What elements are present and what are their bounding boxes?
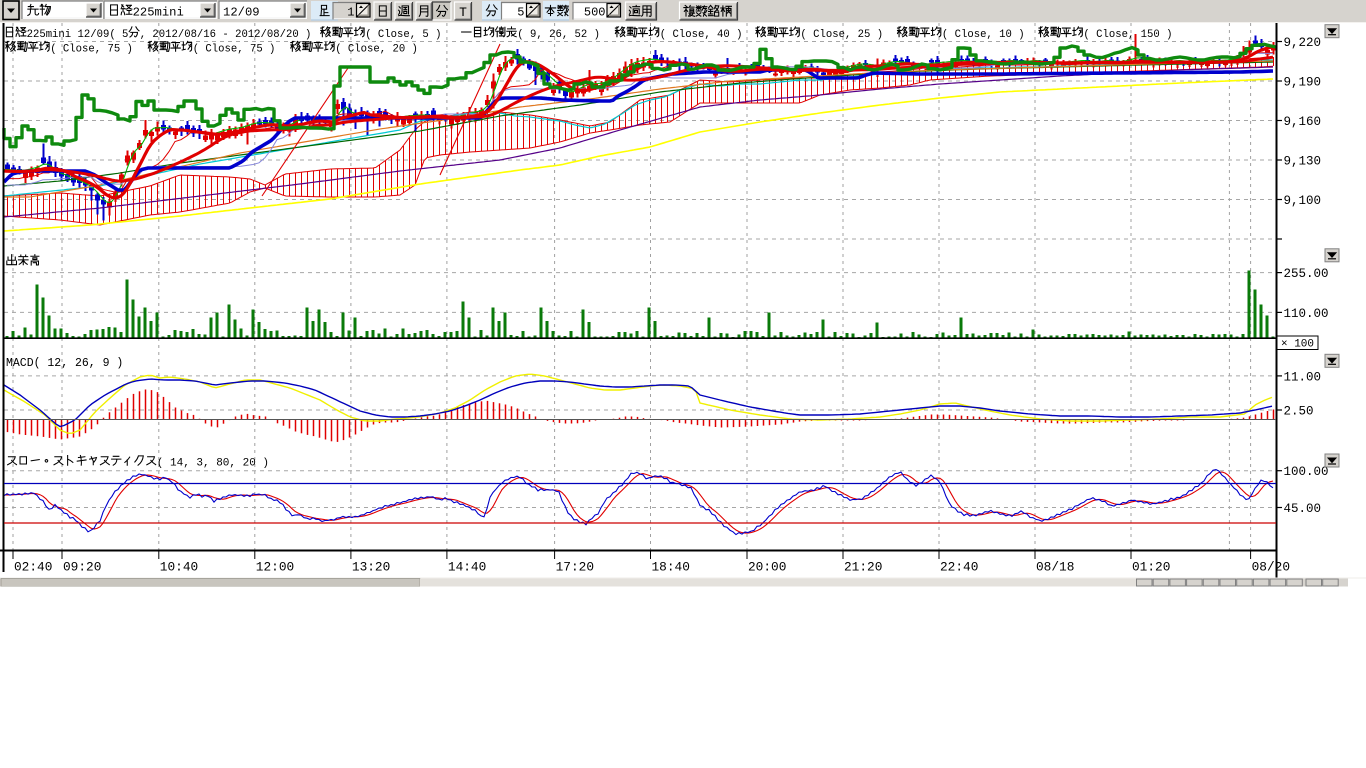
svg-text:110.00: 110.00 — [1284, 307, 1329, 321]
svg-text:( 9, 26, 52 ): ( 9, 26, 52 ) — [517, 29, 600, 41]
svg-text:500: 500 — [584, 6, 606, 20]
svg-text:45.00: 45.00 — [1284, 502, 1322, 516]
svg-text:08/18: 08/18 — [1036, 560, 1074, 575]
svg-text:21:20: 21:20 — [844, 560, 882, 575]
svg-text:( Close, 25 ): ( Close, 25 ) — [800, 29, 883, 41]
svg-text:9,190: 9,190 — [1284, 76, 1322, 90]
svg-text:225mini 12/09( 5: 225mini 12/09( 5 — [27, 29, 129, 41]
svg-text:1: 1 — [347, 6, 354, 20]
svg-text:9,100: 9,100 — [1284, 194, 1322, 208]
svg-text:11.00: 11.00 — [1284, 370, 1322, 384]
svg-text:13:20: 13:20 — [352, 560, 390, 575]
svg-text:MACD( 12, 26, 9 ): MACD( 12, 26, 9 ) — [6, 357, 123, 370]
svg-text:12/09: 12/09 — [223, 6, 260, 20]
svg-text:( Close, 20 ): ( Close, 20 ) — [335, 44, 418, 56]
svg-text:( 14, 3, 80, 20 ): ( 14, 3, 80, 20 ) — [157, 458, 269, 470]
svg-text:T: T — [459, 5, 467, 20]
svg-text:5: 5 — [517, 6, 524, 20]
svg-text:08/20: 08/20 — [1252, 560, 1290, 575]
svg-text:255.00: 255.00 — [1284, 267, 1329, 281]
svg-text:9,220: 9,220 — [1284, 36, 1322, 50]
svg-text:14:40: 14:40 — [448, 560, 486, 575]
svg-text:, 2012/08/16 - 2012/08/20 ): , 2012/08/16 - 2012/08/20 ) — [140, 29, 312, 41]
svg-text:22:40: 22:40 — [940, 560, 978, 575]
svg-text:( Close, 75 ): ( Close, 75 ) — [193, 44, 276, 56]
svg-text:( Close, 5 ): ( Close, 5 ) — [365, 29, 441, 41]
svg-text:10:40: 10:40 — [160, 560, 198, 575]
svg-text:01:20: 01:20 — [1132, 560, 1170, 575]
svg-text:18:40: 18:40 — [652, 560, 690, 575]
svg-text:20:00: 20:00 — [748, 560, 786, 575]
svg-text:12:00: 12:00 — [256, 560, 294, 575]
svg-text:17:20: 17:20 — [556, 560, 594, 575]
svg-text:( Close, 40 ): ( Close, 40 ) — [660, 29, 743, 41]
svg-text:09:20: 09:20 — [63, 560, 101, 575]
svg-text:× 100: × 100 — [1281, 339, 1314, 351]
svg-text:( Close, 10 ): ( Close, 10 ) — [942, 29, 1025, 41]
svg-text:( Close, 150 ): ( Close, 150 ) — [1083, 29, 1172, 41]
svg-text:2.50: 2.50 — [1284, 405, 1314, 419]
svg-text:02:40: 02:40 — [14, 560, 52, 575]
svg-text:9,130: 9,130 — [1284, 155, 1322, 169]
svg-text:( Close, 75 ): ( Close, 75 ) — [50, 44, 133, 56]
svg-text:9,160: 9,160 — [1284, 115, 1322, 129]
svg-text:225mini: 225mini — [133, 6, 184, 20]
svg-text:100.00: 100.00 — [1284, 465, 1329, 479]
